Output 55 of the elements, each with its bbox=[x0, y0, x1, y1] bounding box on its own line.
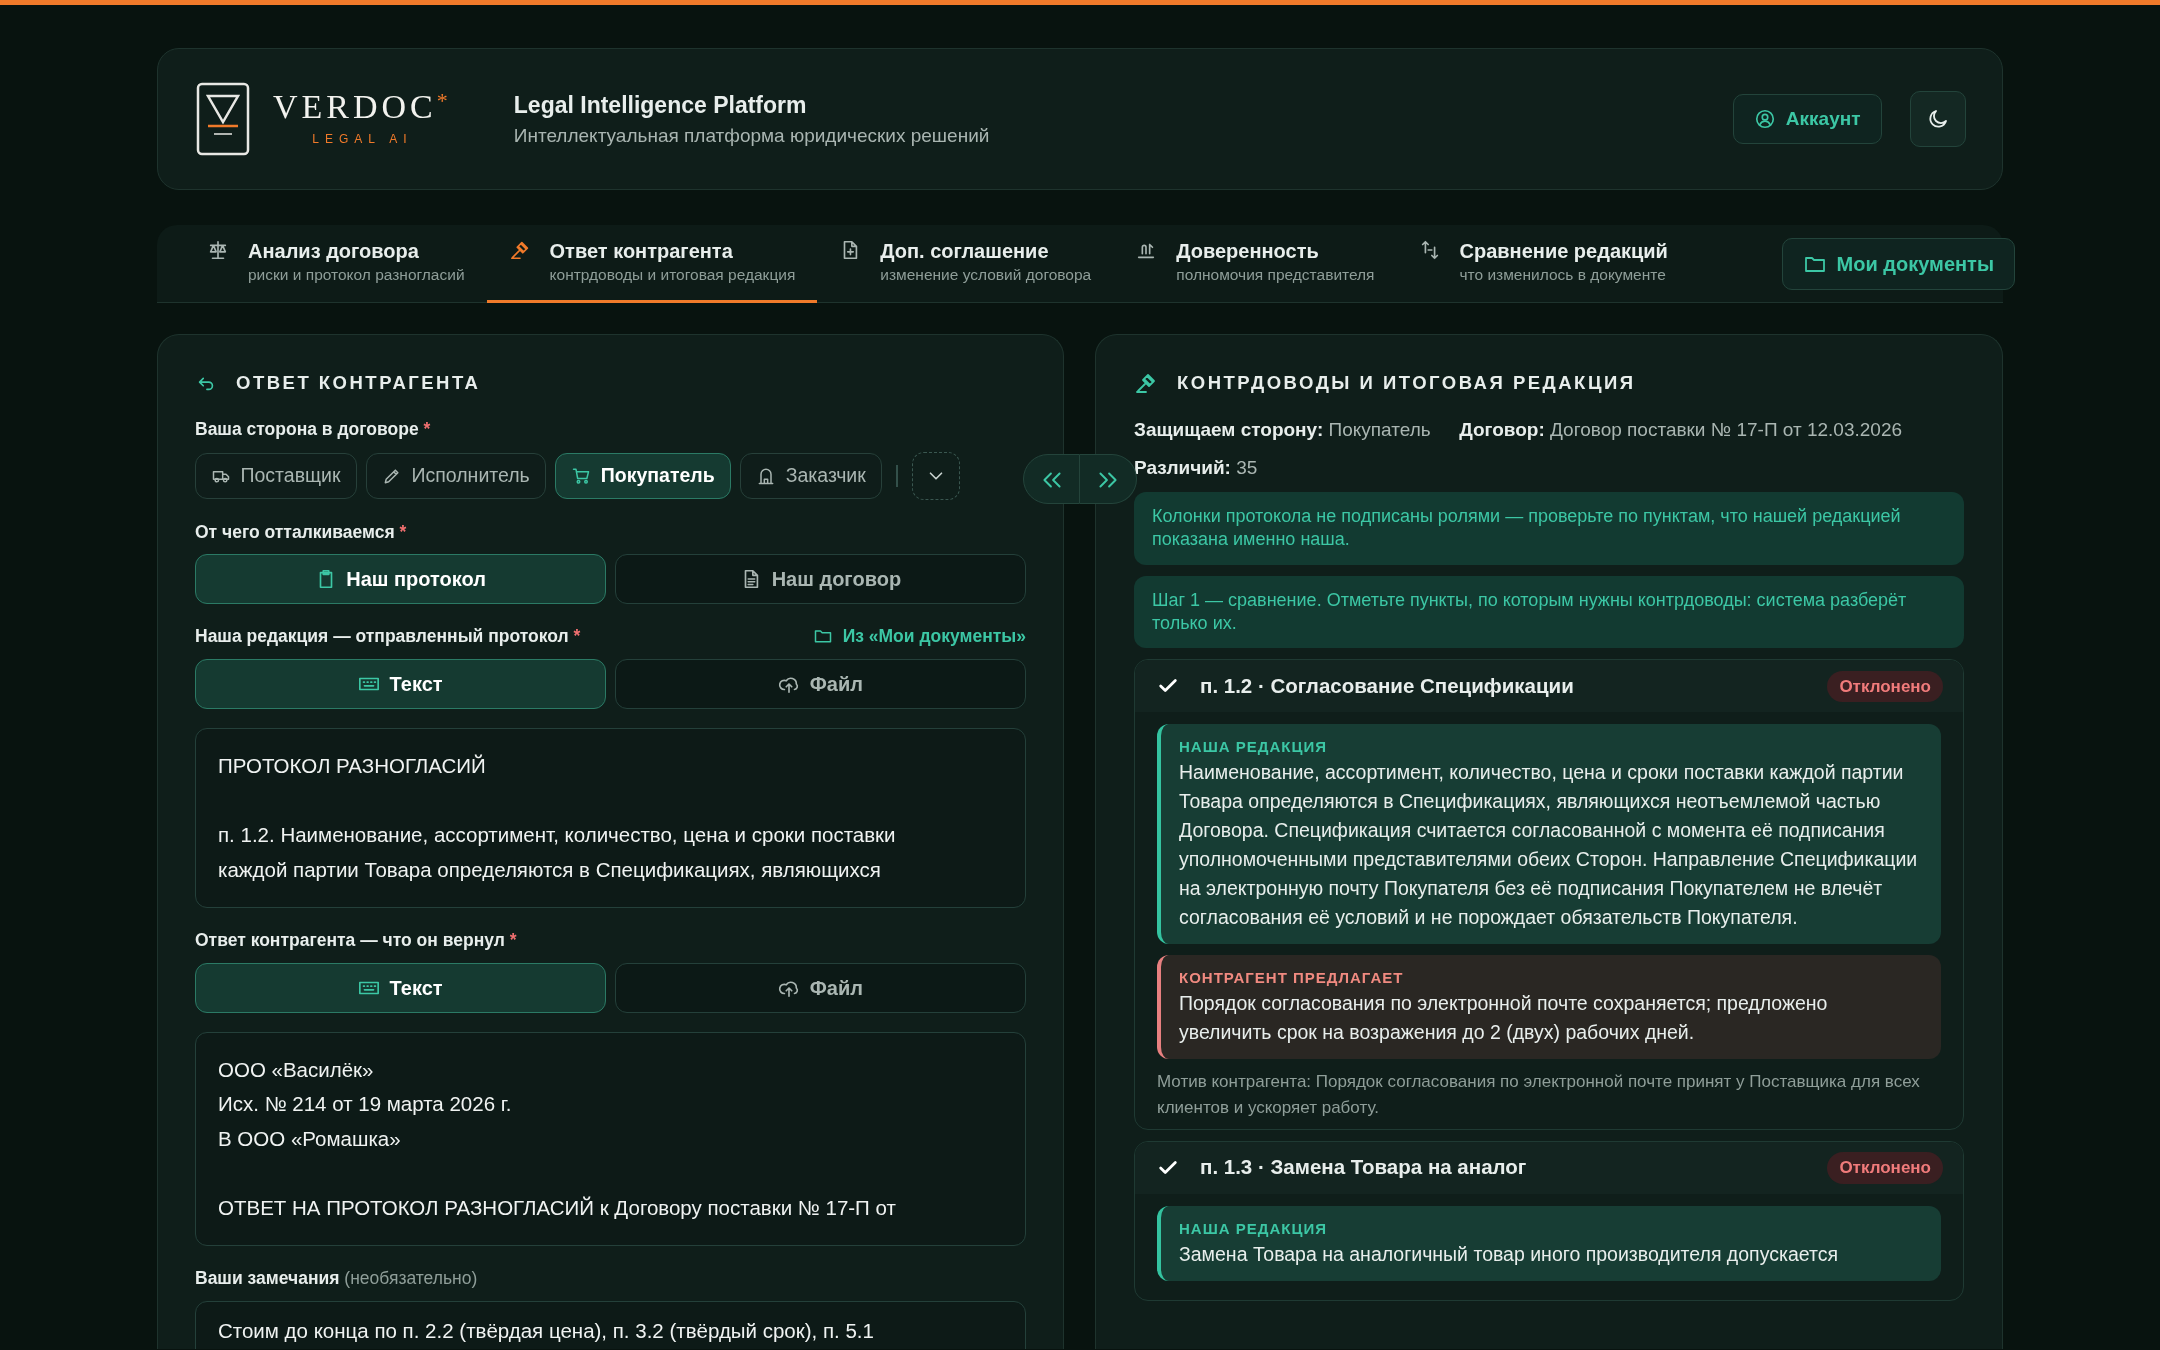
tab[interactable]: Сравнение редакций что изменилось в документе bbox=[1396, 225, 1690, 303]
field-label: Ваша сторона в договоре * bbox=[195, 417, 432, 441]
scales-icon bbox=[207, 239, 229, 261]
clause-text: Замена Товара на аналогичный товар иного производителя допускается bbox=[1179, 1241, 1839, 1267]
clause-title: п. 1.2 · Согласование Спецификации bbox=[1200, 672, 1574, 699]
text-area-field[interactable]: ООО «Василёк» Исх. № 214 от 19 марта 2026 г. В ООО «Ромашка» ОТВЕТ НА ПРОТОКОЛ РАЗНОГЛАСИЙ к Договору поставки № 17-П от bbox=[195, 1031, 1026, 1247]
moon-icon bbox=[1926, 107, 1950, 131]
meta-info: Защищаем сторону: Покупатель bbox=[1134, 417, 1431, 442]
tab[interactable]: Доверенность полномочия представителя bbox=[1113, 225, 1397, 303]
status-badge: Отклонено bbox=[1827, 670, 1943, 703]
gavel-icon bbox=[508, 239, 531, 261]
my-documents-button[interactable]: Мои документы bbox=[1782, 238, 2015, 290]
clause-text: Порядок согласования по электронной почте сохраняется; предложено увеличить срок на возражения до 2 (двух) рабочих дней. bbox=[1179, 991, 1829, 1046]
mode-option[interactable]: Файл bbox=[615, 962, 1026, 1013]
block-label: КОНТРАГЕНТ ПРЕДЛАГАЕТ bbox=[1179, 968, 1405, 989]
notice: Шаг 1 — сравнение. Отметьте пункты, по которым нужны контрдоводы: система разберёт только их. bbox=[1134, 575, 1964, 649]
app-title: Legal Intelligence Platform bbox=[513, 90, 808, 120]
notice: Колонки протокола не подписаны ролями — проверьте по пунктам, что нашей редакцией показана именно наша. bbox=[1134, 491, 1964, 565]
role-option[interactable]: Покупатель bbox=[555, 452, 731, 499]
role-option[interactable]: Поставщик bbox=[195, 452, 357, 499]
meta-info: Различий: 35 bbox=[1134, 455, 1258, 480]
collapse-right-button[interactable] bbox=[1080, 454, 1137, 504]
clause-text: Наименование, ассортимент, количество, цена и сроки поставки каждой партии Товара определяются в Спецификациях, являющихся неотъемлемой частью Договора. Спецификация считается согласованной с момента её подписания уполномоченными представителями обеих Сторон. Направление Спецификации на электронную почту Покупателя без её подписания Покупателем не влечёт согласования её условий и не порождает обязательств Покупателя. bbox=[1179, 760, 1919, 931]
mode-option[interactable]: Наш договор bbox=[615, 554, 1026, 605]
field-label: Наша редакция — отправленный протокол * bbox=[195, 625, 581, 649]
role-option[interactable]: Исполнитель bbox=[366, 452, 546, 499]
mode-option[interactable]: Наш протокол bbox=[195, 554, 606, 605]
my-documents-link[interactable]: Из «Мои документы» bbox=[813, 623, 1026, 650]
status-badge: Отклонено bbox=[1827, 1152, 1943, 1184]
theme-toggle-button[interactable] bbox=[1910, 91, 1966, 147]
collapse-left-button[interactable] bbox=[1023, 454, 1080, 504]
panel-title: ОТВЕТ КОНТРАГЕНТА bbox=[236, 371, 481, 395]
text-area-field[interactable]: ПРОТОКОЛ РАЗНОГЛАСИЙ п. 1.2. Наименование, ассортимент, количество, цена и сроки поставки каждой партии Товара определяются в Спецификациях, являющихся bbox=[195, 728, 1026, 908]
meta-info: Договор: Договор поставки № 17-П от 12.03.2026 bbox=[1459, 417, 1903, 442]
role-option[interactable]: Заказчик bbox=[740, 452, 882, 499]
field-label: Ваши замечания (необязательно) bbox=[195, 1267, 479, 1291]
field-label: Ответ контрагента — что он вернул * bbox=[195, 929, 517, 952]
clause-title: п. 1.3 · Замена Товара на аналог bbox=[1200, 1154, 1527, 1181]
block-label: НАША РЕДАКЦИЯ bbox=[1179, 1218, 1328, 1239]
mode-option[interactable]: Текст bbox=[195, 962, 606, 1013]
mode-option[interactable]: Текст bbox=[195, 659, 606, 709]
app-subtitle: Интеллектуальная платформа юридических решений bbox=[513, 124, 990, 148]
tab[interactable]: Анализ договора риски и протокол разногласий bbox=[185, 225, 487, 303]
counterparty-motive: Мотив контрагента: Порядок согласования по электронной почте принят у Поставщика для всех клиентов и ускоряет работу. bbox=[1157, 1070, 1921, 1119]
remarks-text-area[interactable]: Стоим до конца по п. 2.2 (твёрдая цена), п. 3.2 (твёрдый срок), п. 5.1 bbox=[195, 1301, 1026, 1349]
panel-title: КОНТРДОВОДЫ И ИТОГОВАЯ РЕДАКЦИЯ bbox=[1177, 371, 1636, 395]
mode-option[interactable]: Файл bbox=[615, 659, 1026, 709]
brand-tagline: LEGAL AI bbox=[311, 131, 414, 148]
account-button[interactable]: Аккаунт bbox=[1733, 94, 1882, 144]
block-label: НАША РЕДАКЦИЯ bbox=[1179, 737, 1328, 758]
user-icon bbox=[1754, 108, 1777, 130]
tab[interactable]: Ответ контрагента контрдоводы и итоговая редакция bbox=[486, 225, 818, 303]
tab[interactable]: Доп. соглашение изменение условий договора bbox=[817, 225, 1114, 303]
brand-name: VERDOC* bbox=[273, 90, 452, 124]
field-label: От чего отталкиваемся * bbox=[195, 520, 408, 544]
